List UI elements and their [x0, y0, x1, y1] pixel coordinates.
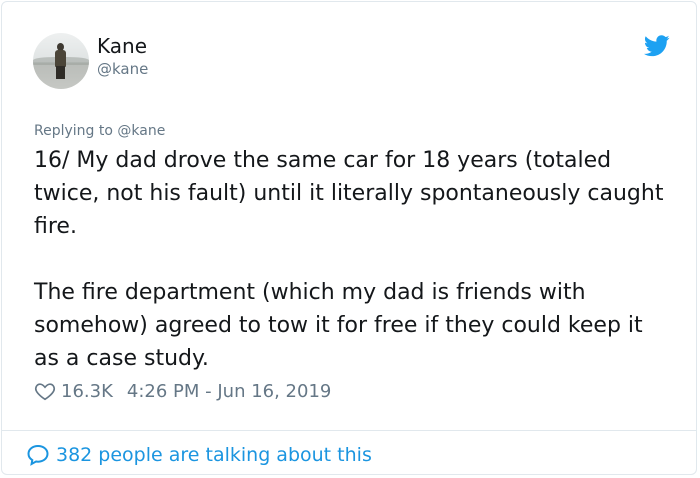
- conversation-count-text: 382 people are talking about this: [56, 444, 372, 466]
- speech-bubble-icon: [27, 444, 49, 466]
- like-count[interactable]: 16.3K: [61, 381, 113, 402]
- avatar-figure-legs: [56, 66, 65, 79]
- heart-icon[interactable]: [34, 380, 56, 402]
- author-handle[interactable]: @kane: [97, 60, 148, 78]
- author-name[interactable]: Kane: [97, 34, 147, 58]
- divider: [2, 430, 696, 431]
- avatar-figure-body: [55, 50, 66, 67]
- replying-to[interactable]: Replying to @kane: [34, 122, 165, 140]
- conversation-link[interactable]: 382 people are talking about this: [26, 440, 372, 470]
- timestamp[interactable]: 4:26 PM - Jun 16, 2019: [127, 381, 331, 402]
- tweet-meta: 16.3K 4:26 PM - Jun 16, 2019: [34, 378, 331, 404]
- twitter-bird-icon[interactable]: [644, 35, 670, 57]
- avatar[interactable]: [33, 33, 89, 89]
- tweet-card: Kane @kane Replying to @kane 16/ My dad …: [1, 1, 697, 475]
- tweet-text: 16/ My dad drove the same car for 18 yea…: [34, 148, 664, 371]
